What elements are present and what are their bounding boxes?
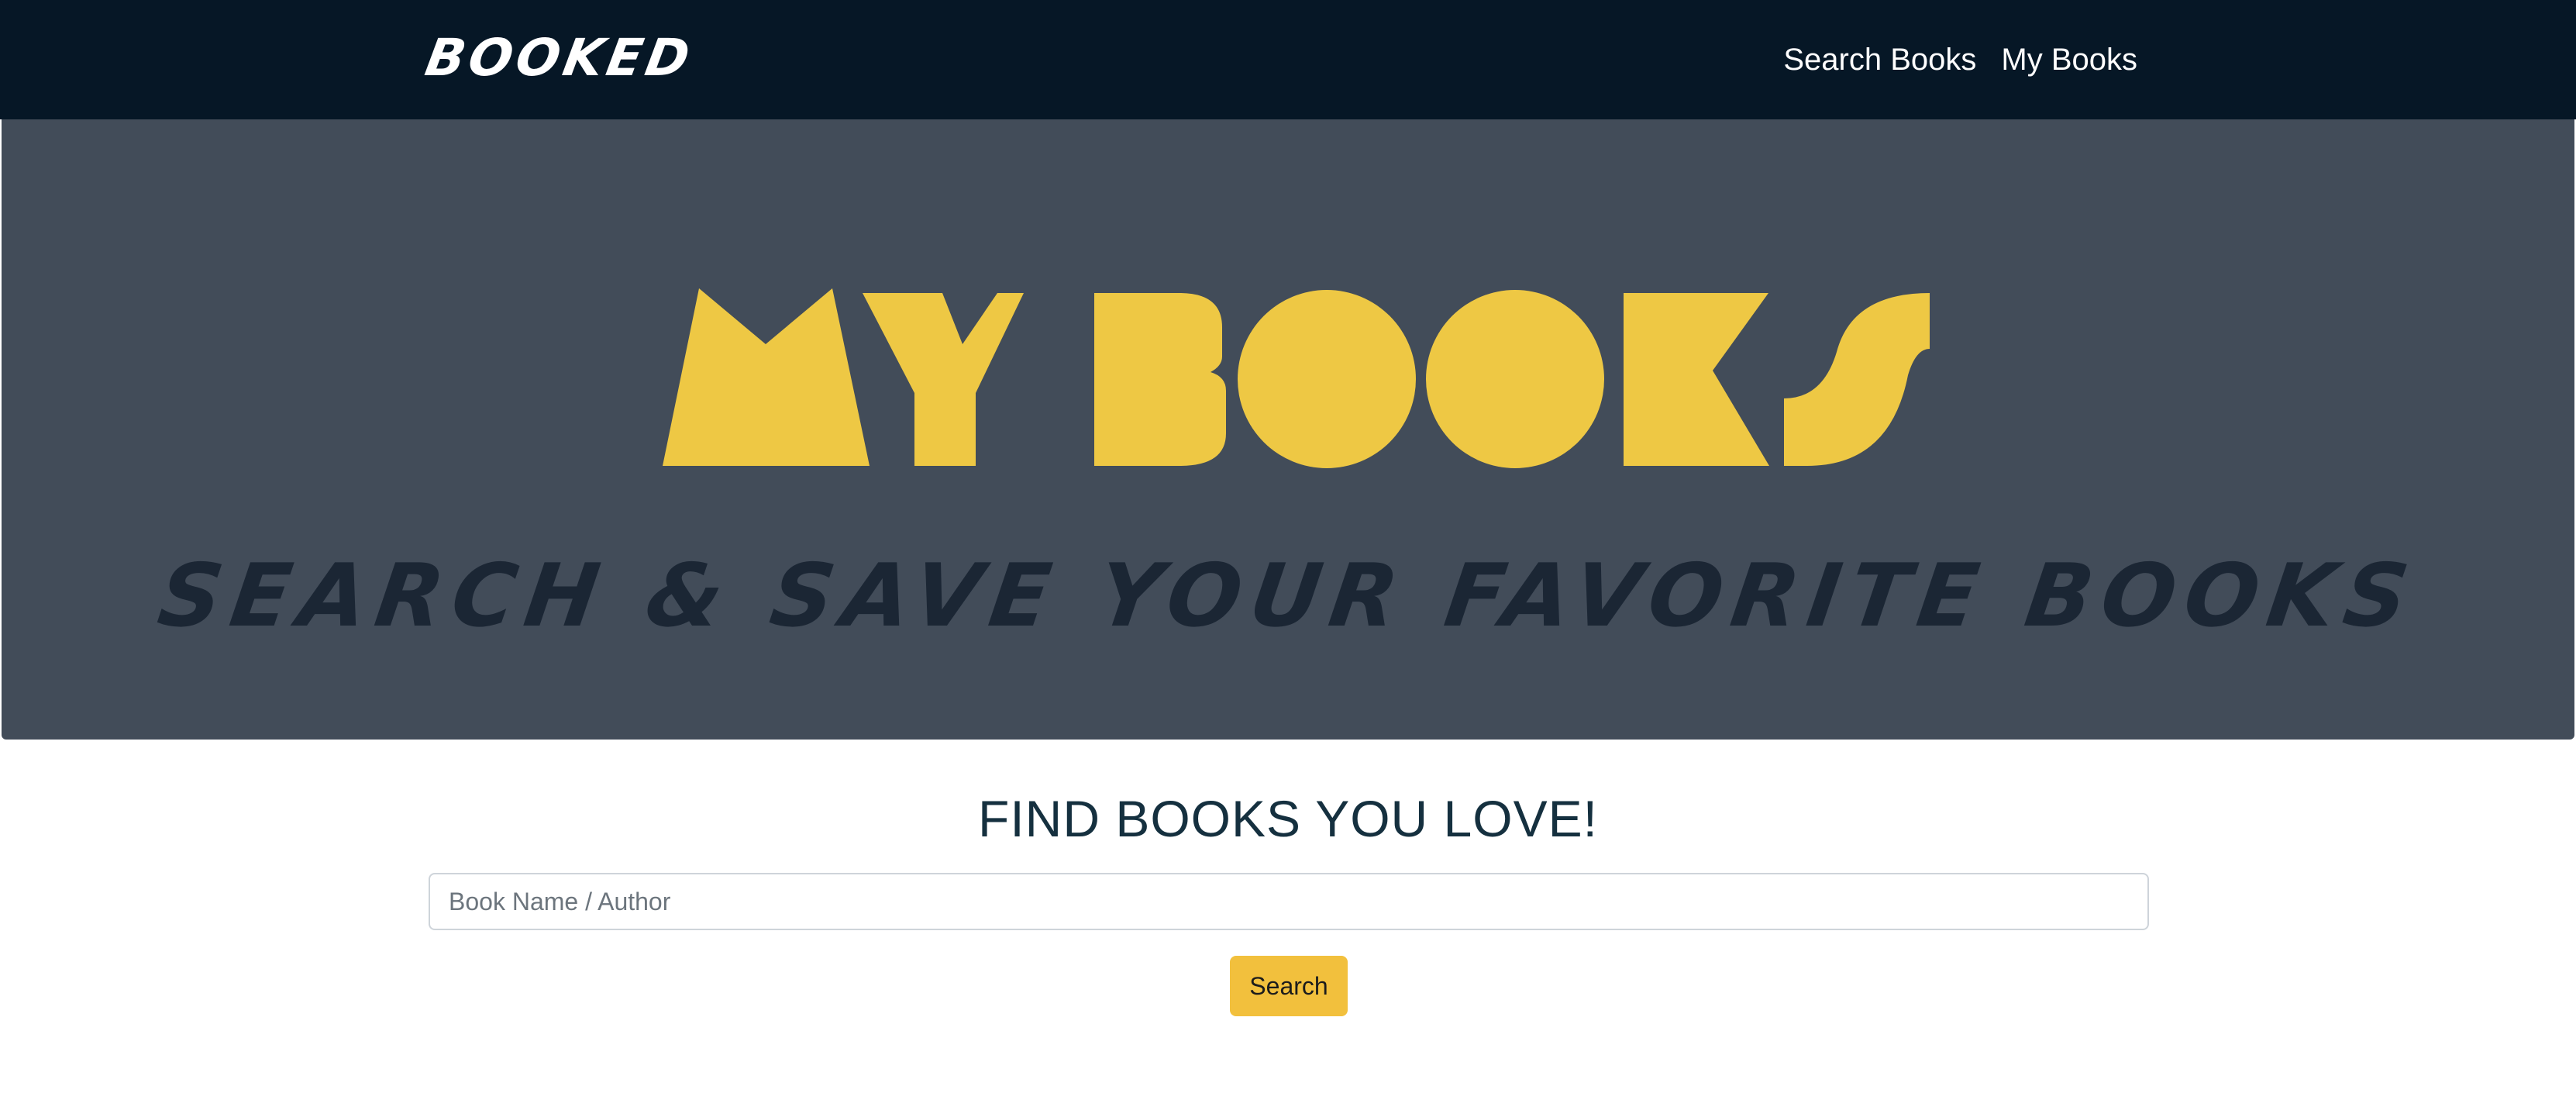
brand-logo[interactable]: BOOKED	[420, 23, 698, 93]
hero-tagline: SEARCH & SAVE YOUR FAVORITE BOOKS	[152, 546, 2424, 646]
nav-link-search-books[interactable]: Search Books	[1783, 36, 1976, 84]
top-navbar: BOOKED Search Books My Books	[0, 0, 2576, 119]
hero-banner: SEARCH & SAVE YOUR FAVORITE BOOKS	[2, 119, 2574, 740]
book-search-input[interactable]	[429, 873, 2149, 930]
nav-links: Search Books My Books	[1783, 36, 2137, 84]
search-button[interactable]: Search	[1230, 956, 1348, 1016]
nav-link-my-books[interactable]: My Books	[2001, 36, 2137, 84]
search-heading: FIND BOOKS YOU LOVE!	[978, 790, 1598, 847]
